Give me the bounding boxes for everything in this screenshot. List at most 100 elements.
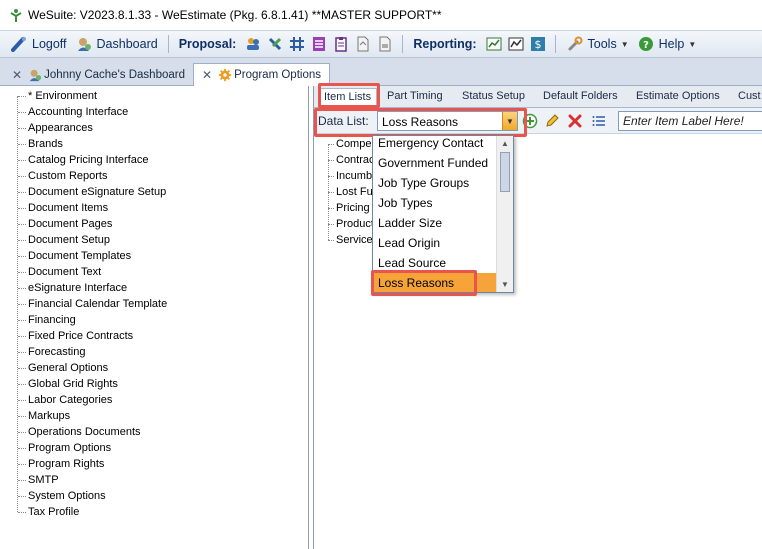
- list-item[interactable]: Lost Fu: [328, 184, 373, 200]
- list-item[interactable]: Product: [328, 216, 374, 232]
- tree-item[interactable]: General Options: [18, 360, 108, 376]
- chevron-down-icon[interactable]: ▼: [502, 112, 517, 130]
- tree-item[interactable]: System Options: [18, 488, 106, 504]
- tree-item[interactable]: Brands: [18, 136, 63, 152]
- tools-menu[interactable]: Tools ▼: [562, 33, 633, 55]
- dropdown-option[interactable]: Job Type Groups: [373, 173, 497, 193]
- scroll-thumb[interactable]: [500, 152, 510, 192]
- delete-icon[interactable]: [566, 112, 584, 130]
- tree-item[interactable]: Tax Profile: [18, 504, 79, 520]
- logoff-button[interactable]: Logoff: [6, 33, 71, 55]
- options-tree: * Environment Accounting Interface Appeara…: [0, 86, 309, 549]
- item-label-input[interactable]: Enter Item Label Here!: [618, 111, 762, 131]
- tree-connector: [328, 207, 334, 209]
- tree-connector: [18, 511, 26, 513]
- tab-item-lists[interactable]: Item Lists: [318, 88, 378, 108]
- tree-item[interactable]: Financial Calendar Template: [18, 296, 167, 312]
- list-item[interactable]: Pricing: [328, 200, 370, 216]
- tree-item-label: Financial Calendar Template: [28, 298, 168, 310]
- dropdown-option[interactable]: Job Types: [373, 193, 497, 213]
- report-trend-icon[interactable]: [505, 33, 527, 55]
- tree-item-label: Global Grid Rights: [28, 378, 118, 390]
- proposal-people-icon[interactable]: [242, 33, 264, 55]
- tree-item[interactable]: Catalog Pricing Interface: [18, 152, 148, 168]
- data-list-select[interactable]: Loss Reasons ▼: [377, 111, 518, 131]
- list-item[interactable]: Incumb: [328, 168, 372, 184]
- tree-connector: [18, 143, 26, 145]
- tree-item[interactable]: eSignature Interface: [18, 280, 127, 296]
- chevron-down-icon: ▼: [688, 39, 697, 49]
- tree-item[interactable]: Document Text: [18, 264, 101, 280]
- tab-program-options[interactable]: ✕ Program Options: [193, 63, 330, 86]
- tree-item[interactable]: Markups: [18, 408, 70, 424]
- data-list-dropdown[interactable]: Emergency Contact Government Funded Job Ty…: [372, 135, 514, 293]
- report-money-icon[interactable]: $: [527, 33, 549, 55]
- list-item[interactable]: Compe: [328, 136, 371, 152]
- tree-connector: [18, 239, 26, 241]
- tree-item[interactable]: Program Options: [18, 440, 111, 456]
- tree-item[interactable]: Custom Reports: [18, 168, 107, 184]
- tree-item[interactable]: * Environment: [18, 88, 97, 104]
- tree-item[interactable]: Operations Documents: [18, 424, 141, 440]
- tree-item-label: Document Items: [28, 202, 109, 214]
- dropdown-option[interactable]: Government Funded: [373, 153, 497, 173]
- tree-item[interactable]: Document Templates: [18, 248, 131, 264]
- list-item[interactable]: Service: [328, 232, 373, 248]
- tab-default-folders[interactable]: Default Folders: [543, 90, 618, 102]
- list-item-label: Pricing: [336, 202, 370, 214]
- dropdown-option[interactable]: Lead Origin: [373, 233, 497, 253]
- report-chart-icon[interactable]: [483, 33, 505, 55]
- close-icon[interactable]: ✕: [12, 68, 22, 82]
- proposal-page-image-icon[interactable]: [374, 33, 396, 55]
- window-title: WeSuite: V2023.8.1.33 - WeEstimate (Pkg.…: [28, 8, 442, 22]
- dropdown-option[interactable]: Ladder Size: [373, 213, 497, 233]
- tree-item-label: Accounting Interface: [28, 106, 129, 118]
- tree-item-label: Brands: [28, 138, 63, 150]
- tree-connector: [18, 271, 26, 273]
- toolbar-separator: [554, 35, 556, 53]
- proposal-tools-icon[interactable]: [264, 33, 286, 55]
- dropdown-option[interactable]: Lead Source: [373, 253, 497, 273]
- tab-dashboard[interactable]: ✕ Johnny Cache's Dashboard: [4, 63, 193, 86]
- tree-item[interactable]: Program Rights: [18, 456, 104, 472]
- proposal-grid-icon[interactable]: [286, 33, 308, 55]
- tree-connector: [18, 351, 26, 353]
- proposal-page-icon[interactable]: [352, 33, 374, 55]
- tab-part-timing[interactable]: Part Timing: [387, 90, 443, 102]
- dropdown-option[interactable]: Emergency Contact: [373, 136, 497, 153]
- tree-item[interactable]: Fixed Price Contracts: [18, 328, 133, 344]
- tree-item-label: Program Rights: [28, 458, 105, 470]
- tab-status-setup[interactable]: Status Setup: [462, 90, 525, 102]
- scroll-down-icon[interactable]: ▼: [497, 277, 513, 291]
- tree-item[interactable]: Document eSignature Setup: [18, 184, 166, 200]
- tree-item[interactable]: Labor Categories: [18, 392, 112, 408]
- help-menu[interactable]: ? Help ▼: [633, 33, 701, 55]
- dashboard-button[interactable]: Dashboard: [71, 33, 162, 55]
- tree-item[interactable]: SMTP: [18, 472, 59, 488]
- proposal-document-icon[interactable]: [308, 33, 330, 55]
- tree-item[interactable]: Forecasting: [18, 344, 85, 360]
- dropdown-option[interactable]: Loss Reasons: [373, 273, 497, 292]
- tab-customer[interactable]: Cust: [738, 90, 761, 102]
- tree-item[interactable]: Document Pages: [18, 216, 112, 232]
- tree-item[interactable]: Document Items: [18, 200, 108, 216]
- tree-item[interactable]: Document Setup: [18, 232, 110, 248]
- tree-item[interactable]: Appearances: [18, 120, 93, 136]
- tree-connector: [18, 463, 26, 465]
- edit-pencil-icon[interactable]: [543, 112, 561, 130]
- tree-connector: [18, 367, 26, 369]
- tree-item[interactable]: Financing: [18, 312, 76, 328]
- add-icon[interactable]: [521, 112, 539, 130]
- list-item[interactable]: Contrac: [328, 152, 375, 168]
- scroll-up-icon[interactable]: ▲: [497, 136, 513, 150]
- dropdown-scrollbar[interactable]: ▲ ▼: [496, 136, 513, 292]
- list-icon[interactable]: [590, 112, 608, 130]
- tree-connector: [328, 143, 334, 145]
- close-icon[interactable]: ✕: [202, 68, 212, 82]
- proposal-clipboard-icon[interactable]: [330, 33, 352, 55]
- tree-item[interactable]: Accounting Interface: [18, 104, 128, 120]
- tree-item[interactable]: Global Grid Rights: [18, 376, 118, 392]
- tab-estimate-options[interactable]: Estimate Options: [636, 90, 720, 102]
- tree-connector: [18, 383, 26, 385]
- tree-item-label: Document Templates: [28, 250, 132, 262]
